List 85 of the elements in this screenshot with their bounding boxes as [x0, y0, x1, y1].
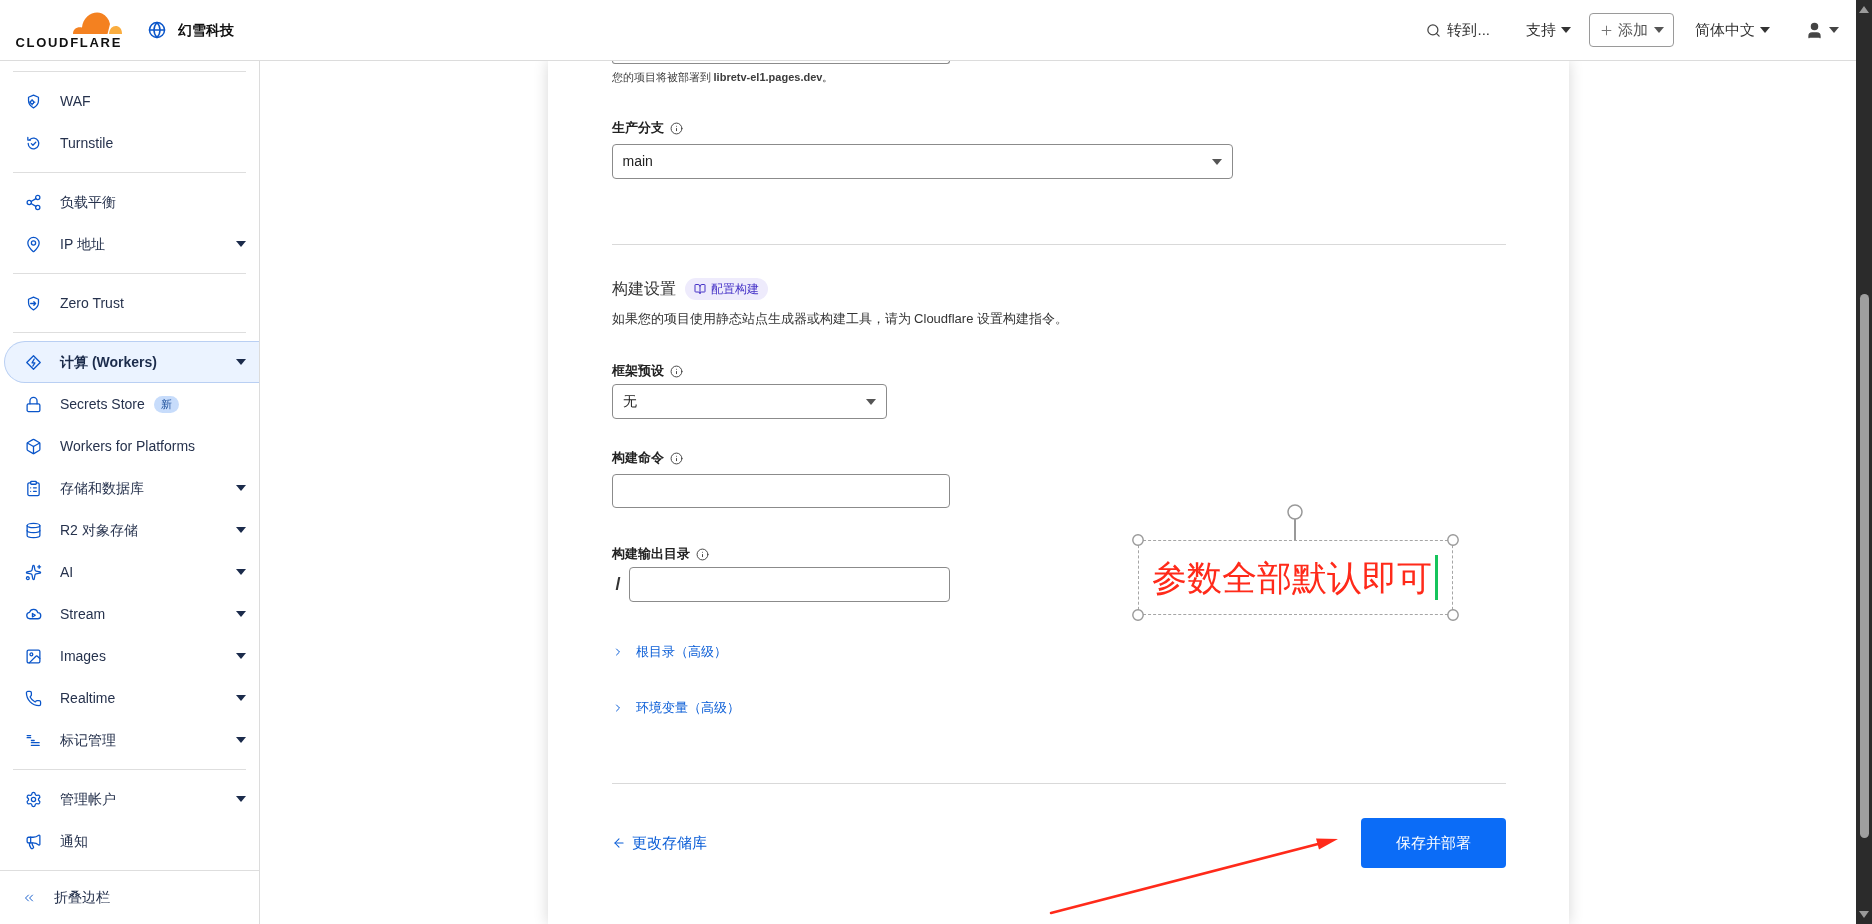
- annotation-text: 参数全部默认即可: [1152, 557, 1432, 598]
- search-icon: [1426, 22, 1442, 38]
- scroll-up-icon[interactable]: [1859, 6, 1869, 13]
- field-label: 生产分支: [611, 119, 664, 138]
- new-badge: 新: [153, 395, 179, 413]
- book-icon: [693, 283, 706, 295]
- box-icon: [25, 437, 42, 455]
- info-icon: [669, 451, 683, 465]
- logo-text: CLOUDFLARE: [15, 36, 122, 50]
- megaphone-icon: [25, 832, 42, 850]
- field-label: 框架预设: [611, 362, 664, 381]
- expander-link[interactable]: 根目录（高级）: [611, 642, 727, 662]
- add-button[interactable]: 添加: [1589, 13, 1674, 47]
- sidebar-item[interactable]: Turnstile: [0, 122, 259, 164]
- sidebar-item[interactable]: 负载平衡: [0, 181, 259, 223]
- phone-icon: [25, 689, 42, 707]
- expander-link[interactable]: 环境变量（高级）: [611, 698, 740, 718]
- scroll-down-icon[interactable]: [1859, 911, 1869, 918]
- input-field[interactable]: [628, 567, 950, 602]
- sidebar-item[interactable]: Images: [0, 635, 259, 677]
- shield-icon: [25, 92, 42, 110]
- sidebar-item[interactable]: Realtime: [0, 677, 259, 719]
- input-field[interactable]: [611, 474, 950, 508]
- sidebar-item[interactable]: Zero Trust: [0, 282, 259, 324]
- diamond-bolt-icon: [25, 353, 42, 371]
- text-cursor-icon: [1435, 555, 1438, 600]
- caret-down-icon: [865, 398, 876, 405]
- resize-handle-icon[interactable]: [1132, 609, 1144, 621]
- cloud-logo-icon: [72, 10, 122, 34]
- resize-handle-icon[interactable]: [1447, 534, 1459, 546]
- field-label: 构建输出目录: [611, 545, 690, 564]
- caret-down-icon: [1760, 27, 1770, 33]
- info-icon: [669, 121, 683, 135]
- section-title: 构建设置: [611, 279, 676, 299]
- support-menu[interactable]: 支持: [1526, 18, 1571, 42]
- user-menu[interactable]: [1805, 20, 1839, 40]
- share-nodes-icon: [25, 193, 42, 211]
- info-icon: [669, 364, 683, 378]
- path-prefix: /: [615, 573, 621, 596]
- config-build-badge[interactable]: 配置构建: [684, 278, 768, 300]
- rotate-handle-icon[interactable]: [1287, 504, 1303, 540]
- plus-icon: [1599, 22, 1614, 38]
- sparkles-icon: [25, 563, 42, 581]
- database-icon: [25, 521, 42, 539]
- deploy-hint: 您的项目将被部署到 libretv-el1.pages.dev。: [611, 70, 835, 85]
- sidebar-item[interactable]: Stream: [0, 593, 259, 635]
- sidebar-item[interactable]: Workers for Platforms: [0, 425, 259, 467]
- collapse-sidebar[interactable]: 折叠边栏: [0, 871, 259, 924]
- sidebar-item[interactable]: Secrets Store 新: [0, 383, 259, 425]
- info-icon: [695, 547, 709, 561]
- sidebar-item[interactable]: 通知: [0, 820, 259, 862]
- language-menu[interactable]: 简体中文: [1695, 18, 1770, 42]
- resize-handle-icon[interactable]: [1132, 534, 1144, 546]
- sidebar-item[interactable]: IP 地址: [0, 223, 259, 265]
- sidebar-item[interactable]: WAF: [0, 80, 259, 122]
- caret-down-icon: [1829, 27, 1839, 33]
- account-name[interactable]: 幻雪科技: [178, 19, 234, 41]
- sidebar-item[interactable]: R2 对象存储: [0, 509, 259, 551]
- branch-select[interactable]: main: [611, 144, 1233, 179]
- resize-handle-icon[interactable]: [1447, 609, 1459, 621]
- caret-down-icon: [1211, 158, 1222, 165]
- globe-icon: [148, 21, 166, 39]
- scrollbar[interactable]: [1856, 0, 1872, 924]
- map-pin-icon: [25, 235, 42, 253]
- back-link[interactable]: 更改存储库: [611, 831, 707, 855]
- refresh-check-icon: [25, 134, 42, 152]
- lock-icon: [25, 395, 42, 413]
- image-icon: [25, 647, 42, 665]
- sidebar-item[interactable]: AI: [0, 551, 259, 593]
- caret-down-icon: [1654, 27, 1664, 33]
- sidebar-item[interactable]: 管理帐户: [0, 778, 259, 820]
- sidebar-item[interactable]: 计算 (Workers): [4, 341, 259, 383]
- sidebar-item[interactable]: 标记管理: [0, 719, 259, 761]
- field-label: 构建命令: [611, 449, 664, 468]
- caret-down-icon: [1561, 27, 1571, 33]
- scrollbar-thumb[interactable]: [1860, 294, 1869, 838]
- sidebar-item[interactable]: 存储和数据库: [0, 467, 259, 509]
- section-description: 如果您的项目使用静态站点生成器或构建工具，请为 Cloudflare 设置构建指令。: [611, 310, 1069, 328]
- save-deploy-button[interactable]: 保存并部署: [1360, 818, 1506, 868]
- goto-search[interactable]: 转到...: [1426, 18, 1490, 42]
- user-icon: [1805, 20, 1824, 40]
- settings-icon: [25, 790, 42, 808]
- shield-arrow-icon: [25, 294, 42, 312]
- clipboard-list-icon: [25, 479, 42, 497]
- framework-select[interactable]: 无: [611, 384, 887, 419]
